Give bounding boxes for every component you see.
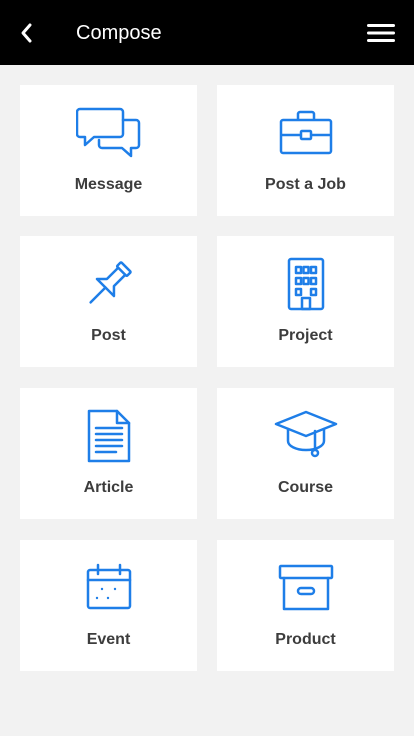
- pushpin-icon: [88, 261, 132, 304]
- tile-label: Article: [83, 479, 134, 496]
- tile-label: Message: [74, 176, 143, 193]
- menu-button[interactable]: [366, 20, 396, 46]
- document-icon: [87, 409, 130, 463]
- tile-label: Project: [278, 327, 333, 344]
- hamburger-menu-icon: [367, 24, 395, 42]
- chevron-left-icon: [21, 23, 32, 43]
- calendar-icon: [86, 563, 131, 610]
- compose-project-tile[interactable]: Project: [217, 236, 394, 367]
- compose-product-tile[interactable]: Product: [217, 540, 394, 671]
- compose-article-tile[interactable]: Article: [20, 388, 197, 519]
- app-bar: Compose: [0, 0, 414, 65]
- page-title: Compose: [76, 22, 162, 44]
- building-icon: [287, 257, 324, 311]
- tile-label: Course: [277, 479, 334, 496]
- compose-post-tile[interactable]: Post: [20, 236, 197, 367]
- tile-label: Post: [91, 327, 126, 344]
- compose-job-tile[interactable]: Post a Job: [217, 85, 394, 216]
- tile-label: Post a Job: [265, 176, 346, 193]
- chat-bubbles-icon: [75, 107, 140, 158]
- compose-event-tile[interactable]: Event: [20, 540, 197, 671]
- graduation-cap-icon: [274, 410, 337, 458]
- tile-label: Event: [86, 631, 131, 648]
- back-button[interactable]: [12, 18, 42, 48]
- compose-message-tile[interactable]: Message: [20, 85, 197, 216]
- compose-course-tile[interactable]: Course: [217, 388, 394, 519]
- briefcase-icon: [279, 110, 332, 155]
- tile-label: Product: [275, 631, 336, 648]
- archive-box-icon: [278, 564, 333, 611]
